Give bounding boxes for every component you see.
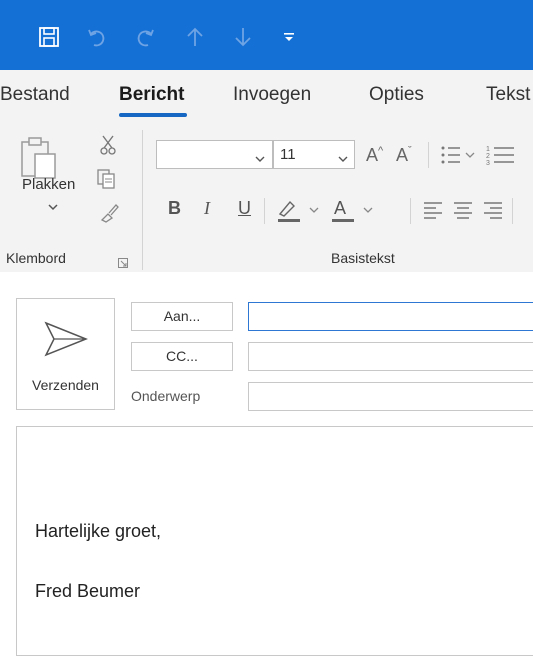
clipboard-group-label: Klembord bbox=[6, 250, 66, 266]
down-arrow-icon[interactable] bbox=[230, 22, 256, 52]
svg-text:3: 3 bbox=[486, 160, 490, 166]
compose-area: Verzenden Aan... CC... Onderwerp Harteli… bbox=[0, 272, 533, 656]
active-tab-indicator bbox=[119, 113, 187, 117]
format-painter-icon[interactable] bbox=[98, 202, 120, 229]
customize-icon[interactable] bbox=[278, 22, 300, 52]
bullets-icon[interactable] bbox=[440, 144, 476, 171]
highlight-icon[interactable] bbox=[276, 196, 324, 229]
separator bbox=[428, 142, 429, 168]
cc-field[interactable] bbox=[248, 342, 533, 371]
body-line-signature: Fred Beumer bbox=[35, 581, 141, 601]
copy-icon[interactable] bbox=[96, 168, 118, 195]
cut-icon[interactable] bbox=[100, 134, 116, 161]
tab-opties[interactable]: Opties bbox=[369, 84, 424, 106]
up-arrow-icon[interactable] bbox=[182, 22, 208, 52]
dialog-launcher-icon[interactable] bbox=[118, 255, 128, 273]
cc-button[interactable]: CC... bbox=[131, 342, 233, 371]
group-separator bbox=[142, 130, 143, 270]
undo-icon[interactable] bbox=[84, 22, 110, 52]
redo-icon[interactable] bbox=[132, 22, 158, 52]
subject-field[interactable] bbox=[248, 382, 533, 411]
save-icon[interactable] bbox=[36, 22, 62, 52]
to-field[interactable] bbox=[248, 302, 533, 331]
svg-text:2: 2 bbox=[486, 153, 490, 160]
underline-button[interactable]: U bbox=[238, 198, 251, 219]
separator bbox=[512, 198, 513, 224]
align-left-icon[interactable] bbox=[422, 200, 444, 225]
align-center-icon[interactable] bbox=[452, 200, 474, 225]
align-right-icon[interactable] bbox=[482, 200, 504, 225]
font-name-combobox[interactable] bbox=[156, 140, 273, 169]
body-line-greeting: Hartelijke groet, bbox=[35, 521, 162, 541]
separator bbox=[410, 198, 411, 224]
svg-text:A: A bbox=[334, 198, 346, 218]
font-size-value: 11 bbox=[280, 146, 296, 163]
font-color-icon[interactable]: A bbox=[330, 196, 378, 229]
send-label: Verzenden bbox=[32, 377, 99, 393]
tab-tekst[interactable]: Tekst bbox=[486, 84, 530, 106]
chevron-down-icon bbox=[338, 150, 348, 168]
tab-bericht[interactable]: Bericht bbox=[119, 84, 184, 106]
shrink-font-icon[interactable]: Aˇ bbox=[396, 146, 412, 165]
paste-dropdown-icon[interactable] bbox=[48, 198, 58, 216]
tab-bestand[interactable]: Bestand bbox=[0, 84, 70, 106]
ribbon: Plakken Klembord 11 A^ Aˇ 123 B I U A Ba… bbox=[0, 122, 533, 273]
grow-font-icon[interactable]: A^ bbox=[366, 146, 383, 165]
paste-button[interactable]: Plakken bbox=[18, 136, 82, 216]
separator bbox=[264, 198, 265, 224]
send-button[interactable]: Verzenden bbox=[16, 298, 115, 410]
to-button[interactable]: Aan... bbox=[131, 302, 233, 331]
message-body[interactable]: Hartelijke groet, Fred Beumer bbox=[16, 426, 533, 656]
tab-invoegen[interactable]: Invoegen bbox=[233, 84, 311, 106]
basic-text-group-label: Basistekst bbox=[331, 250, 395, 266]
numbering-icon[interactable]: 123 bbox=[486, 144, 516, 171]
paste-label: Plakken bbox=[22, 176, 76, 193]
ribbon-tabs: Bestand Bericht Invoegen Opties Tekst bbox=[0, 70, 533, 122]
font-size-combobox[interactable]: 11 bbox=[273, 140, 355, 169]
chevron-down-icon bbox=[255, 150, 265, 168]
svg-text:1: 1 bbox=[486, 146, 490, 153]
subject-label: Onderwerp bbox=[131, 388, 201, 404]
italic-button[interactable]: I bbox=[204, 198, 210, 219]
title-bar bbox=[0, 0, 533, 70]
bold-button[interactable]: B bbox=[168, 198, 181, 219]
